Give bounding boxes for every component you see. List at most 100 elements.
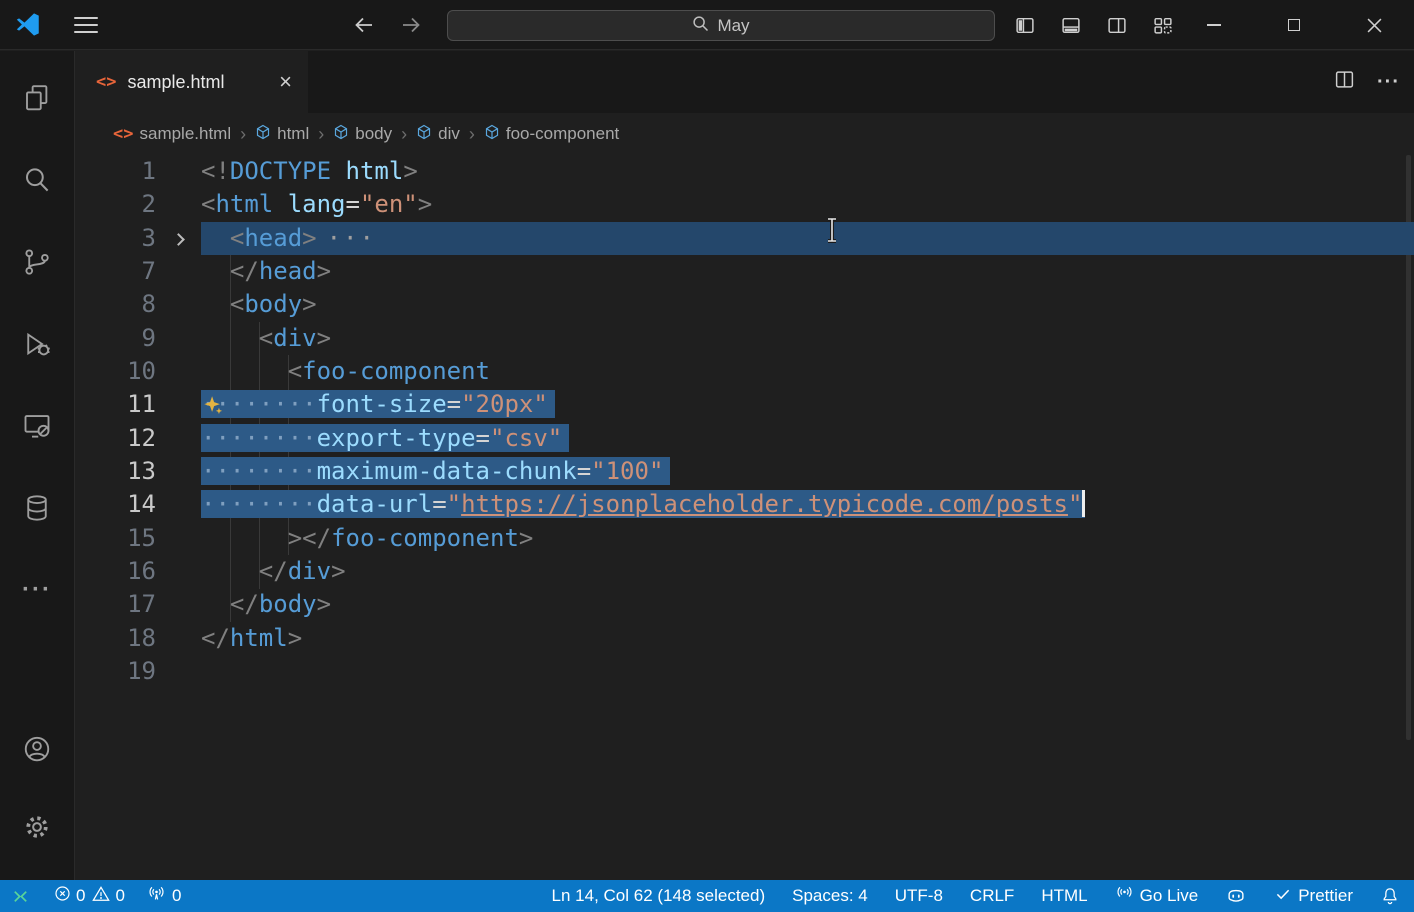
tab-sample-html[interactable]: <> sample.html × [76, 51, 308, 113]
run-debug-icon[interactable] [12, 319, 62, 369]
line-number[interactable]: 17 [76, 588, 156, 621]
eol-setting[interactable]: CRLF [970, 886, 1014, 906]
language-mode[interactable]: HTML [1041, 886, 1087, 906]
code-line[interactable]: 15 ></foo-component> [76, 522, 1414, 555]
line-number[interactable]: 10 [76, 355, 156, 388]
command-center-search[interactable]: May [447, 10, 995, 41]
check-icon [1274, 885, 1292, 908]
code-text[interactable]: <div> [201, 324, 331, 352]
code-text[interactable]: <body> [201, 290, 317, 318]
database-icon[interactable] [12, 483, 62, 533]
radio-tower-icon [147, 884, 166, 908]
line-number[interactable]: 8 [76, 288, 156, 321]
go-live-button[interactable]: Go Live [1115, 884, 1199, 908]
remote-explorer-icon[interactable] [12, 401, 62, 451]
activity-bar: ··· [0, 51, 75, 880]
problems-indicator[interactable]: 0 0 [53, 884, 125, 909]
breadcrumb-item[interactable]: div [416, 124, 460, 145]
gutter-fold-column[interactable] [156, 222, 201, 255]
code-line[interactable]: 16 </div> [76, 555, 1414, 588]
code-line[interactable]: 9 <div> [76, 322, 1414, 355]
code-text[interactable]: ········data-url="https://jsonplaceholde… [201, 490, 1085, 518]
line-number[interactable]: 1 [76, 155, 156, 188]
prettier-label: Prettier [1298, 886, 1353, 906]
line-number[interactable]: 14 [76, 488, 156, 521]
ports-indicator[interactable]: 0 [147, 884, 181, 908]
tab-close-icon[interactable]: × [279, 71, 292, 93]
html-file-icon: <> [113, 124, 133, 144]
code-text[interactable]: <html lang="en"> [201, 190, 432, 218]
code-line[interactable]: 7 </head> [76, 255, 1414, 288]
code-text[interactable]: ········font-size="20px" [201, 390, 555, 418]
breadcrumb-file[interactable]: <> sample.html [113, 124, 231, 144]
line-number[interactable]: 15 [76, 522, 156, 555]
code-line[interactable]: 12 ········export-type="csv" [76, 422, 1414, 455]
code-line[interactable]: 18 </html> [76, 622, 1414, 655]
menu-hamburger-icon[interactable] [74, 17, 98, 33]
close-button[interactable] [1334, 0, 1414, 50]
search-view-icon[interactable] [12, 155, 62, 205]
remote-indicator[interactable] [10, 886, 31, 907]
account-icon[interactable] [12, 724, 62, 774]
code-text[interactable]: </body> [201, 590, 331, 618]
line-number[interactable]: 13 [76, 455, 156, 488]
code-line[interactable]: 13 ········maximum-data-chunk="100" [76, 455, 1414, 488]
toggle-secondary-sidebar-icon[interactable] [1104, 13, 1130, 37]
code-line[interactable]: 1 <!DOCTYPE html> [76, 155, 1414, 188]
maximize-button[interactable] [1254, 0, 1334, 50]
code-text[interactable]: </head> [201, 257, 331, 285]
prettier-status[interactable]: Prettier [1274, 885, 1353, 908]
line-number[interactable]: 3 [76, 222, 156, 255]
source-control-icon[interactable] [12, 237, 62, 287]
text-caret [1082, 490, 1085, 517]
tab-label: sample.html [127, 72, 224, 93]
additional-views-icon[interactable]: ··· [12, 565, 62, 615]
copilot-sparkle-icon[interactable] [202, 392, 224, 425]
breadcrumb-item[interactable]: html [255, 124, 309, 145]
code-line[interactable]: 17 </body> [76, 588, 1414, 621]
toggle-primary-sidebar-icon[interactable] [1012, 13, 1038, 37]
breadcrumb-item[interactable]: foo-component [484, 124, 619, 145]
encoding-setting[interactable]: UTF-8 [895, 886, 943, 906]
split-editor-icon[interactable] [1334, 69, 1355, 95]
code-text[interactable]: <foo-component [201, 357, 490, 385]
copilot-icon[interactable] [1225, 885, 1247, 907]
breadcrumb-item[interactable]: body [333, 124, 392, 145]
notifications-bell-icon[interactable] [1380, 886, 1400, 906]
line-number[interactable]: 12 [76, 422, 156, 455]
line-number[interactable]: 11 [76, 388, 156, 421]
code-text[interactable]: </html> [201, 624, 302, 652]
explorer-icon[interactable] [12, 73, 62, 123]
code-editor[interactable]: 1 <!DOCTYPE html> 2 <html lang="en"> 3 <head… [76, 155, 1414, 880]
more-actions-icon[interactable]: ··· [1377, 71, 1400, 94]
breadcrumb-item-label: foo-component [506, 124, 619, 144]
code-text[interactable]: ········maximum-data-chunk="100" [201, 457, 670, 485]
settings-gear-icon[interactable] [12, 802, 62, 852]
code-line[interactable]: 2 <html lang="en"> [76, 188, 1414, 221]
history-forward-button[interactable] [396, 12, 426, 38]
code-text[interactable]: <!DOCTYPE html> [201, 157, 418, 185]
minimize-button[interactable] [1174, 0, 1254, 50]
code-text[interactable]: </div> [201, 557, 346, 585]
code-line[interactable]: 10 <foo-component [76, 355, 1414, 388]
code-line[interactable]: 3 <head>··· [76, 222, 1414, 255]
code-line[interactable]: 14 ········data-url="https://jsonplacehol… [76, 488, 1414, 521]
customize-layout-icon[interactable] [1150, 13, 1176, 37]
fold-chevron-icon [172, 233, 185, 246]
toggle-panel-icon[interactable] [1058, 13, 1084, 37]
code-line[interactable]: 11 ········font-size="20px" [76, 388, 1414, 421]
code-line[interactable]: 19 [76, 655, 1414, 688]
cursor-position[interactable]: Ln 14, Col 62 (148 selected) [552, 886, 766, 906]
line-number[interactable]: 2 [76, 188, 156, 221]
indentation-setting[interactable]: Spaces: 4 [792, 886, 868, 906]
code-line[interactable]: 8 <body> [76, 288, 1414, 321]
line-number[interactable]: 7 [76, 255, 156, 288]
line-number[interactable]: 18 [76, 622, 156, 655]
line-number[interactable]: 19 [76, 655, 156, 688]
code-text[interactable]: ········export-type="csv" [201, 424, 569, 452]
line-number[interactable]: 16 [76, 555, 156, 588]
code-text[interactable]: <head>··· [201, 224, 376, 252]
line-number[interactable]: 9 [76, 322, 156, 355]
history-back-button[interactable] [349, 12, 379, 38]
code-text[interactable]: ></foo-component> [201, 524, 533, 552]
